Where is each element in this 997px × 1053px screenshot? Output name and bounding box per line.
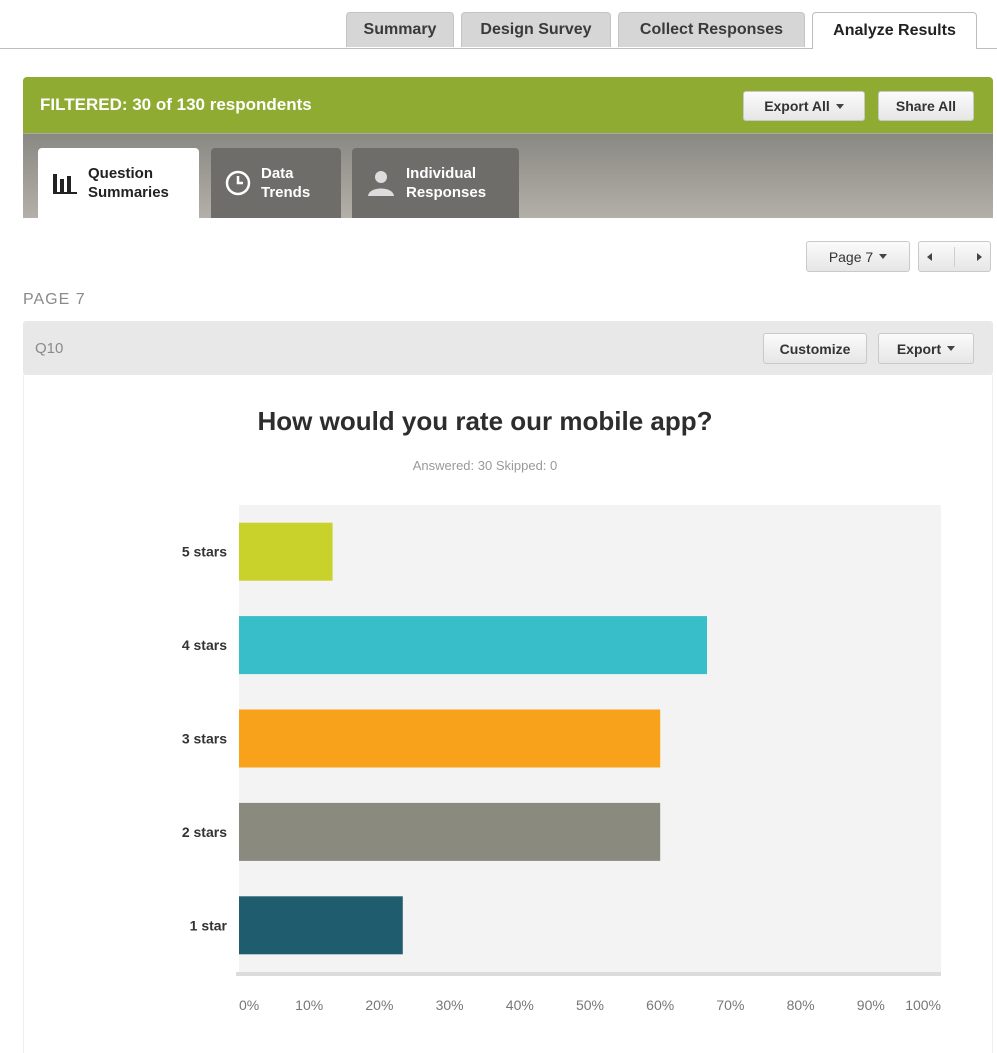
y-tick-label: 4 stars (182, 637, 227, 653)
x-tick-label: 80% (787, 997, 815, 1013)
bar-5-stars[interactable] (239, 522, 333, 581)
rating-bar-chart: 5 stars 4 stars 3 stars 2 stars 1 star 0% 10% 2… (182, 505, 941, 1013)
x-tick-label: 100% (905, 997, 941, 1013)
x-tick-label: 30% (436, 997, 464, 1013)
x-tick-label: 60% (646, 997, 674, 1013)
y-tick-label: 1 star (190, 917, 228, 933)
bar-3-stars[interactable] (239, 709, 661, 768)
y-tick-label: 5 stars (182, 544, 227, 560)
bar-2-stars[interactable] (239, 802, 661, 861)
x-tick-label: 10% (295, 997, 323, 1013)
y-tick-label: 2 stars (182, 824, 227, 840)
x-tick-label: 70% (716, 997, 744, 1013)
bar-4-stars[interactable] (239, 616, 708, 675)
x-tick-label: 20% (365, 997, 393, 1013)
x-tick-label: 90% (857, 997, 885, 1013)
x-tick-label: 40% (506, 997, 534, 1013)
bar-1-star[interactable] (239, 896, 403, 955)
y-tick-label: 3 stars (182, 731, 227, 747)
x-axis-line (236, 972, 941, 976)
x-tick-label: 0% (239, 997, 259, 1013)
x-tick-label: 50% (576, 997, 604, 1013)
